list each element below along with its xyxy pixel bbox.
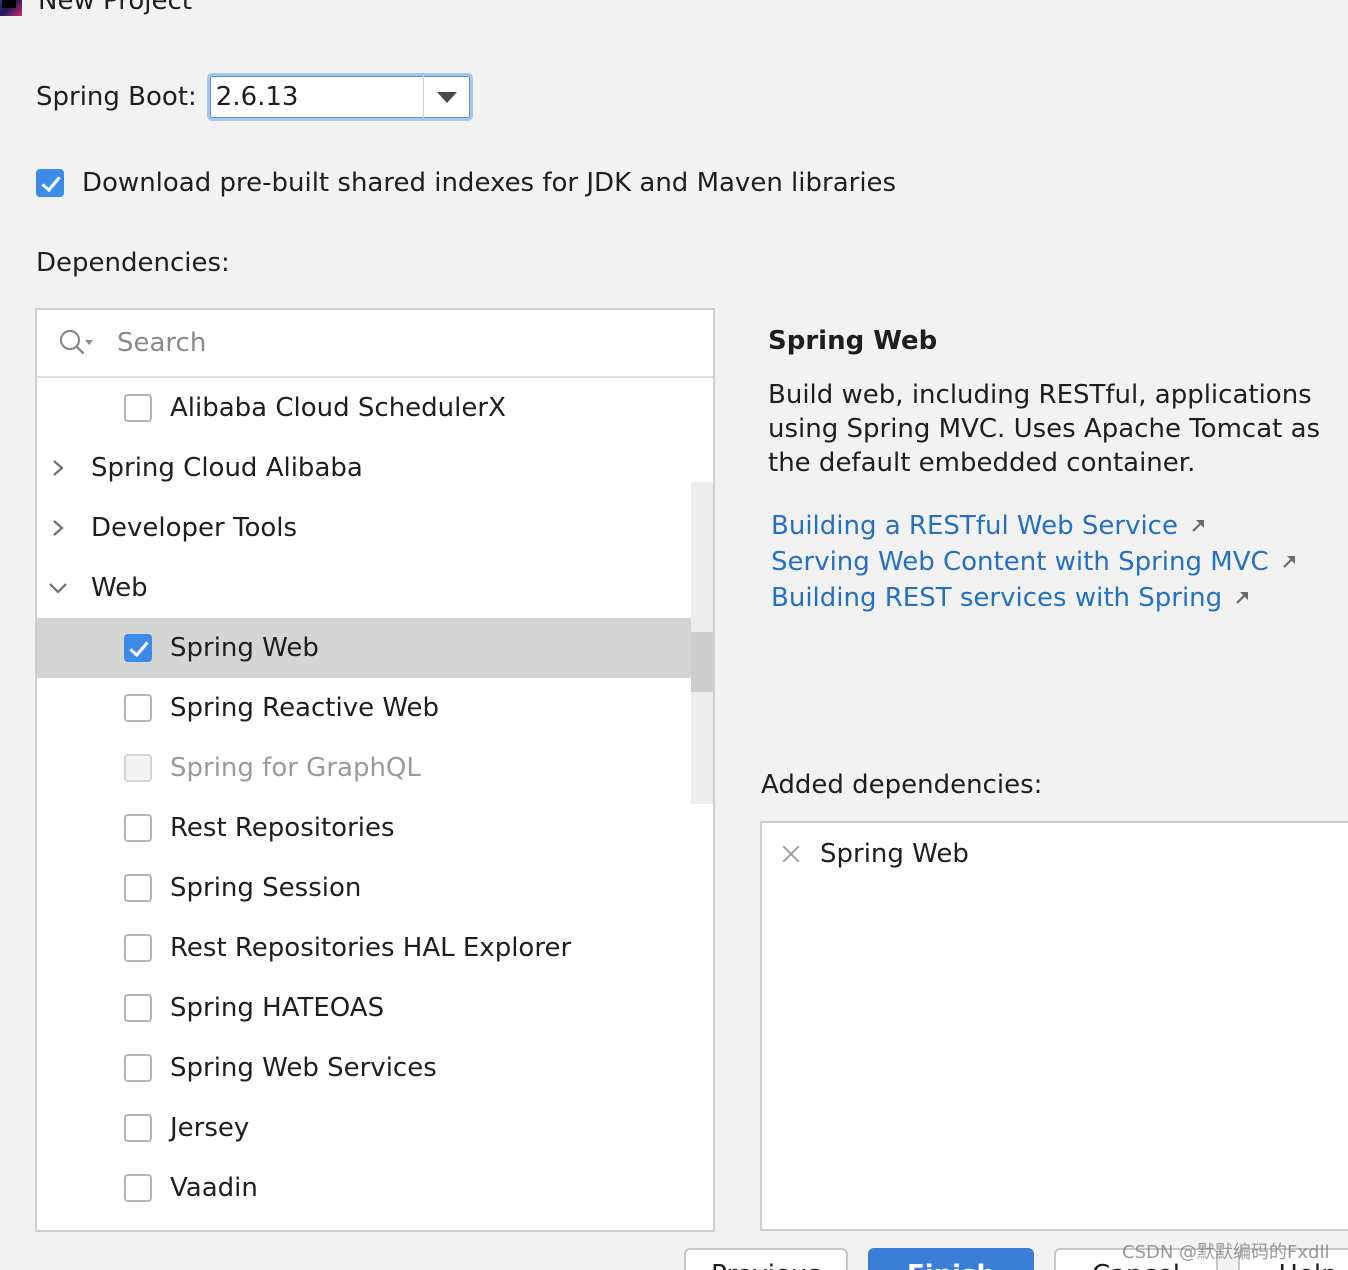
link-text[interactable]: Serving Web Content with Spring MVC: [771, 547, 1269, 577]
dependency-checkbox[interactable]: [124, 1054, 152, 1082]
tree-scrollbar-thumb[interactable]: [691, 632, 713, 692]
added-dependency-label: Spring Web: [820, 839, 969, 869]
tree-item-spring-hateoas[interactable]: Spring HATEOAS: [37, 978, 713, 1038]
chevron-right-icon[interactable]: [47, 517, 69, 539]
download-indexes-label[interactable]: Download pre-built shared indexes for JD…: [82, 168, 896, 198]
dependencies-tree-panel: Alibaba Cloud SchedulerX Spring Cloud Al…: [35, 308, 715, 1232]
dependency-checkbox[interactable]: [124, 874, 152, 902]
tree-item-spring-reactive-web[interactable]: Spring Reactive Web: [37, 678, 713, 738]
added-dependencies-label: Added dependencies:: [761, 770, 1043, 800]
reference-links: Building a RESTful Web Service Serving W…: [771, 508, 1297, 616]
dependency-checkbox[interactable]: [124, 394, 152, 422]
link-text[interactable]: Building a RESTful Web Service: [771, 511, 1178, 541]
download-indexes-checkbox[interactable]: [36, 169, 64, 197]
window-title: New Project: [38, 0, 192, 16]
dependency-label: Spring HATEOAS: [170, 993, 385, 1023]
external-link-icon: [1236, 592, 1249, 604]
external-link-icon: [1282, 556, 1295, 568]
tree-item-spring-session[interactable]: Spring Session: [37, 858, 713, 918]
dependency-checkbox[interactable]: [124, 1174, 152, 1202]
dependency-label: Rest Repositories HAL Explorer: [170, 933, 572, 963]
search-input[interactable]: [115, 320, 679, 366]
added-dependency-item: Spring Web: [780, 837, 969, 871]
dependency-label: Spring Session: [170, 873, 362, 903]
spring-boot-label: Spring Boot:: [36, 82, 197, 112]
group-label: Spring Cloud Alibaba: [91, 453, 363, 483]
group-label: Developer Tools: [91, 513, 298, 543]
tree-item-spring-for-graphql: Spring for GraphQL: [37, 738, 713, 798]
detail-description: Build web, including RESTful, applicatio…: [768, 380, 1321, 478]
dependency-checkbox[interactable]: [124, 694, 152, 722]
dependency-checkbox[interactable]: [124, 934, 152, 962]
previous-button[interactable]: Previous: [684, 1248, 848, 1270]
tree-item-spring-web[interactable]: Spring Web: [37, 618, 713, 678]
search-box: [37, 310, 713, 378]
dependencies-tree: Alibaba Cloud SchedulerX Spring Cloud Al…: [37, 378, 713, 1218]
dependency-label: Spring Web Services: [170, 1053, 437, 1083]
dependency-label: Jersey: [170, 1113, 250, 1143]
dependency-checkbox: [124, 754, 152, 782]
dependency-label: Rest Repositories: [170, 813, 395, 843]
tree-group-web[interactable]: Web: [37, 558, 713, 618]
dependency-label: Spring Web: [170, 633, 319, 663]
tree-item-rest-repositories[interactable]: Rest Repositories: [37, 798, 713, 858]
finish-button[interactable]: Finish: [868, 1248, 1034, 1270]
tree-group-developer-tools[interactable]: Developer Tools: [37, 498, 713, 558]
new-project-window: New Project Spring Boot: 2.6.13 Download…: [0, 0, 1348, 1270]
tree-item-rest-repositories-hal-explorer[interactable]: Rest Repositories HAL Explorer: [37, 918, 713, 978]
tree-item-spring-web-services[interactable]: Spring Web Services: [37, 1038, 713, 1098]
dependency-checkbox[interactable]: [124, 814, 152, 842]
search-icon[interactable]: [59, 328, 99, 358]
spring-boot-row: Spring Boot: 2.6.13: [36, 68, 473, 126]
title-bar: New Project: [0, 0, 192, 16]
link-serving-web-content[interactable]: Serving Web Content with Spring MVC: [771, 544, 1297, 580]
chevron-right-icon[interactable]: [47, 457, 69, 479]
added-dependencies-panel: Spring Web: [760, 821, 1348, 1231]
tree-item-jersey[interactable]: Jersey: [37, 1098, 713, 1158]
link-text[interactable]: Building REST services with Spring: [771, 583, 1222, 613]
tree-item-vaadin[interactable]: Vaadin: [37, 1158, 713, 1218]
chevron-down-icon[interactable]: [47, 577, 69, 599]
dependency-checkbox[interactable]: [124, 1114, 152, 1142]
chevron-down-icon[interactable]: [424, 76, 470, 118]
dependency-checkbox[interactable]: [124, 994, 152, 1022]
dependencies-label: Dependencies:: [36, 248, 230, 278]
dependency-label: Spring for GraphQL: [170, 753, 421, 783]
watermark: CSDN @默默编码的Fxdll: [1122, 1242, 1330, 1263]
external-link-icon: [1192, 520, 1204, 532]
intellij-app-icon: [0, 0, 22, 16]
dependency-label: Alibaba Cloud SchedulerX: [170, 393, 506, 423]
detail-title: Spring Web: [768, 326, 938, 356]
tree-item-alibaba-cloud-schedulerx[interactable]: Alibaba Cloud SchedulerX: [37, 378, 713, 438]
dependency-label: Vaadin: [170, 1173, 258, 1203]
tree-group-spring-cloud-alibaba[interactable]: Spring Cloud Alibaba: [37, 438, 713, 498]
close-icon[interactable]: [780, 843, 802, 865]
spring-boot-version-dropdown[interactable]: 2.6.13: [206, 73, 473, 121]
spring-boot-version-value: 2.6.13: [215, 82, 299, 112]
download-indexes-row[interactable]: Download pre-built shared indexes for JD…: [36, 168, 896, 198]
group-label: Web: [91, 573, 148, 603]
dependency-label: Spring Reactive Web: [170, 693, 440, 723]
link-building-restful-web-service[interactable]: Building a RESTful Web Service: [771, 508, 1297, 544]
link-building-rest-services[interactable]: Building REST services with Spring: [771, 580, 1297, 616]
dependency-checkbox[interactable]: [124, 634, 152, 662]
